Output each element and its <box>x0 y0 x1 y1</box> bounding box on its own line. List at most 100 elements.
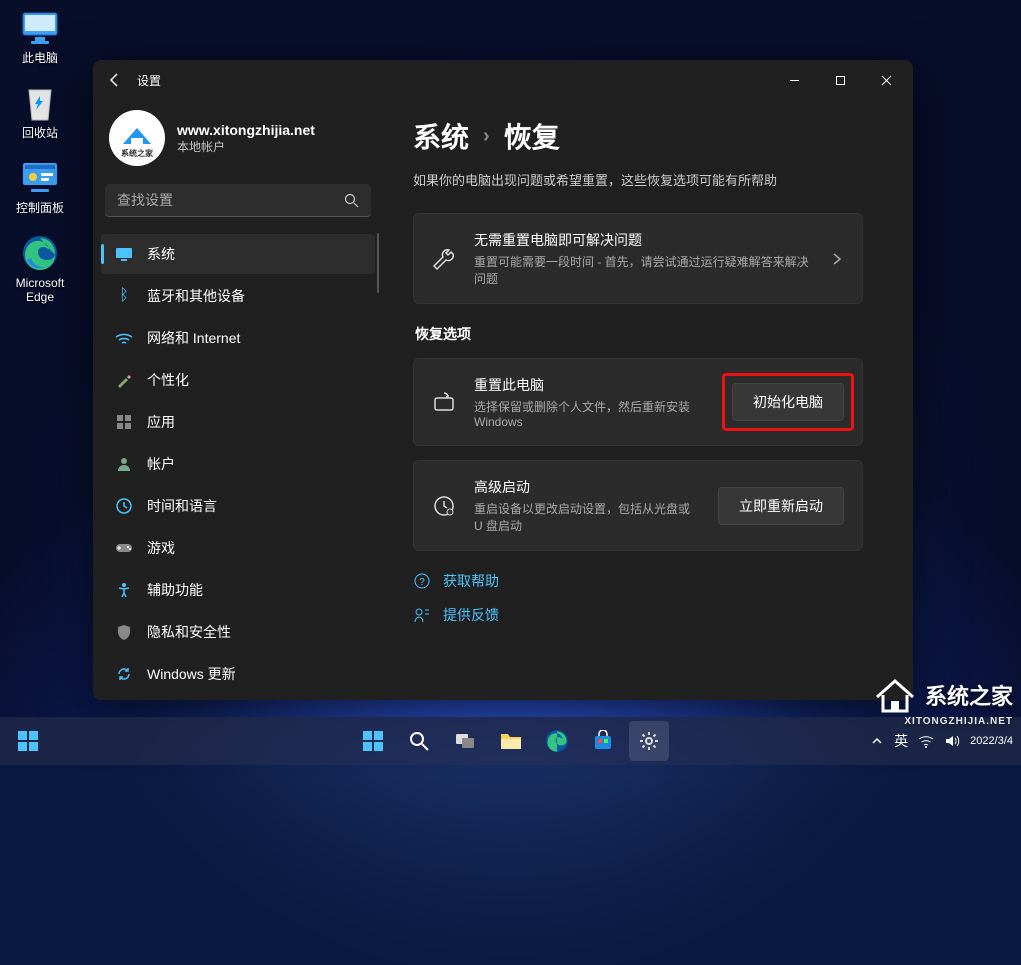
edge-taskbar-button[interactable] <box>537 721 577 761</box>
feedback-link[interactable]: 提供反馈 <box>413 605 863 625</box>
search-box[interactable] <box>105 184 371 217</box>
svg-text:?: ? <box>419 577 425 588</box>
edge-icon <box>20 233 60 273</box>
svg-text:系统之家: 系统之家 <box>121 148 154 158</box>
troubleshoot-card[interactable]: 无需重置电脑即可解决问题 重置可能需要一段时间 - 首先，请尝试通过运行疑难解答… <box>413 213 863 304</box>
help-icon: ? <box>413 572 431 590</box>
nav-label: 辅助功能 <box>147 580 203 600</box>
breadcrumb-parent[interactable]: 系统 <box>413 116 469 156</box>
personalize-icon <box>115 371 133 389</box>
back-icon[interactable] <box>107 72 123 88</box>
desktop-icon-label: 回收站 <box>22 126 58 140</box>
card-title: 无需重置电脑即可解决问题 <box>474 230 812 250</box>
search-icon <box>344 193 359 208</box>
nav-item-apps[interactable]: 应用 <box>101 402 375 442</box>
desktop-icon-control-panel[interactable]: 控制面板 <box>6 158 74 215</box>
user-name: www.xitongzhijia.net <box>177 122 315 138</box>
card-desc: 选择保留或删除个人文件，然后重新安装 Windows <box>474 398 714 429</box>
bluetooth-icon: ᛒ <box>115 287 133 305</box>
breadcrumb-current: 恢复 <box>504 116 560 156</box>
card-title: 重置此电脑 <box>474 375 714 395</box>
reset-icon <box>432 390 456 414</box>
desktop-icon-recycle-bin[interactable]: 回收站 <box>6 83 74 140</box>
monitor-icon <box>20 8 60 48</box>
gaming-icon <box>115 539 133 557</box>
chevron-right-icon <box>830 252 844 266</box>
nav-label: 网络和 Internet <box>147 328 240 348</box>
taskbar: 英 2022/3/4 <box>0 717 1021 765</box>
control-panel-icon <box>20 158 60 198</box>
wrench-icon <box>432 247 456 271</box>
desktop-icon-this-pc[interactable]: 此电脑 <box>6 8 74 65</box>
user-block[interactable]: 系统之家 www.xitongzhijia.net 本地帐户 <box>101 100 375 184</box>
apps-icon <box>115 413 133 431</box>
nav-item-gaming[interactable]: 游戏 <box>101 528 375 568</box>
settings-sidebar: 系统之家 www.xitongzhijia.net 本地帐户 系统 ᛒ 蓝牙和其他设… <box>93 100 383 700</box>
nav-item-bluetooth[interactable]: ᛒ 蓝牙和其他设备 <box>101 276 375 316</box>
nav-item-network[interactable]: 网络和 Internet <box>101 318 375 358</box>
time-icon <box>115 497 133 515</box>
chevron-up-icon[interactable] <box>870 734 884 748</box>
nav-item-system[interactable]: 系统 <box>101 234 375 274</box>
recycle-icon <box>20 83 60 123</box>
card-title: 高级启动 <box>474 477 700 497</box>
desktop-icon-label: 此电脑 <box>22 51 58 65</box>
privacy-icon <box>115 623 133 641</box>
account-type: 本地帐户 <box>177 138 315 155</box>
file-explorer-button[interactable] <box>491 721 531 761</box>
house-icon <box>873 675 917 715</box>
desktop-icon-edge[interactable]: Microsoft Edge <box>6 233 74 304</box>
nav-item-accessibility[interactable]: 辅助功能 <box>101 570 375 610</box>
restart-now-button[interactable]: 立即重新启动 <box>718 487 844 525</box>
nav-label: 个性化 <box>147 370 189 390</box>
nav-label: 帐户 <box>147 454 175 474</box>
taskbar-search-button[interactable] <box>399 721 439 761</box>
nav-label: 时间和语言 <box>147 496 217 516</box>
minimize-button[interactable] <box>771 64 817 96</box>
chevron-right-icon: › <box>483 125 490 148</box>
store-button[interactable] <box>583 721 623 761</box>
search-input[interactable] <box>117 192 344 208</box>
avatar: 系统之家 <box>109 110 165 166</box>
tray-datetime[interactable]: 2022/3/4 <box>970 735 1013 747</box>
nav-label: 蓝牙和其他设备 <box>147 286 245 306</box>
breadcrumb: 系统 › 恢复 <box>413 116 863 156</box>
get-help-link[interactable]: ?获取帮助 <box>413 571 863 591</box>
window-title: 设置 <box>137 72 161 89</box>
start-button[interactable] <box>353 721 393 761</box>
nav-label: 隐私和安全性 <box>147 622 231 642</box>
task-view-button[interactable] <box>445 721 485 761</box>
desktop-icon-label: 控制面板 <box>16 201 64 215</box>
system-tray[interactable]: 英 2022/3/4 <box>870 731 1013 751</box>
nav-item-personalize[interactable]: 个性化 <box>101 360 375 400</box>
network-icon <box>115 329 133 347</box>
nav-label: 游戏 <box>147 538 175 558</box>
ime-indicator[interactable]: 英 <box>894 731 908 751</box>
maximize-button[interactable] <box>817 64 863 96</box>
feedback-icon <box>413 606 431 624</box>
watermark: 系统之家 XITONGZHIJIA.NET <box>873 675 1013 715</box>
close-button[interactable] <box>863 64 909 96</box>
reset-pc-button[interactable]: 初始化电脑 <box>732 383 844 421</box>
settings-window: 设置 系统之家 www.xitongzhijia.net 本地帐户 系统 ᛒ 蓝牙和… <box>93 60 913 700</box>
page-subheading: 如果你的电脑出现问题或希望重置，这些恢复选项可能有所帮助 <box>413 170 863 189</box>
nav-item-update[interactable]: Windows 更新 <box>101 654 375 694</box>
settings-content: 系统 › 恢复 如果你的电脑出现问题或希望重置，这些恢复选项可能有所帮助 无需重… <box>383 100 913 700</box>
settings-taskbar-button[interactable] <box>629 721 669 761</box>
titlebar: 设置 <box>93 60 913 100</box>
nav-label: 系统 <box>147 244 175 264</box>
reset-pc-card: 重置此电脑 选择保留或删除个人文件，然后重新安装 Windows 初始化电脑 <box>413 358 863 446</box>
nav-list: 系统 ᛒ 蓝牙和其他设备网络和 Internet 个性化应用帐户时间和语言游戏辅助功能… <box>101 233 375 695</box>
system-icon <box>115 245 133 263</box>
section-heading: 恢复选项 <box>415 324 863 344</box>
nav-item-time[interactable]: 时间和语言 <box>101 486 375 526</box>
accounts-icon <box>115 455 133 473</box>
nav-item-privacy[interactable]: 隐私和安全性 <box>101 612 375 652</box>
card-desc: 重启设备以更改启动设置，包括从光盘或 U 盘启动 <box>474 500 700 534</box>
card-desc: 重置可能需要一段时间 - 首先，请尝试通过运行疑难解答来解决问题 <box>474 253 812 287</box>
advanced-startup-card: 高级启动 重启设备以更改启动设置，包括从光盘或 U 盘启动 立即重新启动 <box>413 460 863 551</box>
volume-icon[interactable] <box>944 734 960 748</box>
widgets-button[interactable] <box>8 721 48 761</box>
nav-item-accounts[interactable]: 帐户 <box>101 444 375 484</box>
wifi-icon[interactable] <box>918 734 934 748</box>
